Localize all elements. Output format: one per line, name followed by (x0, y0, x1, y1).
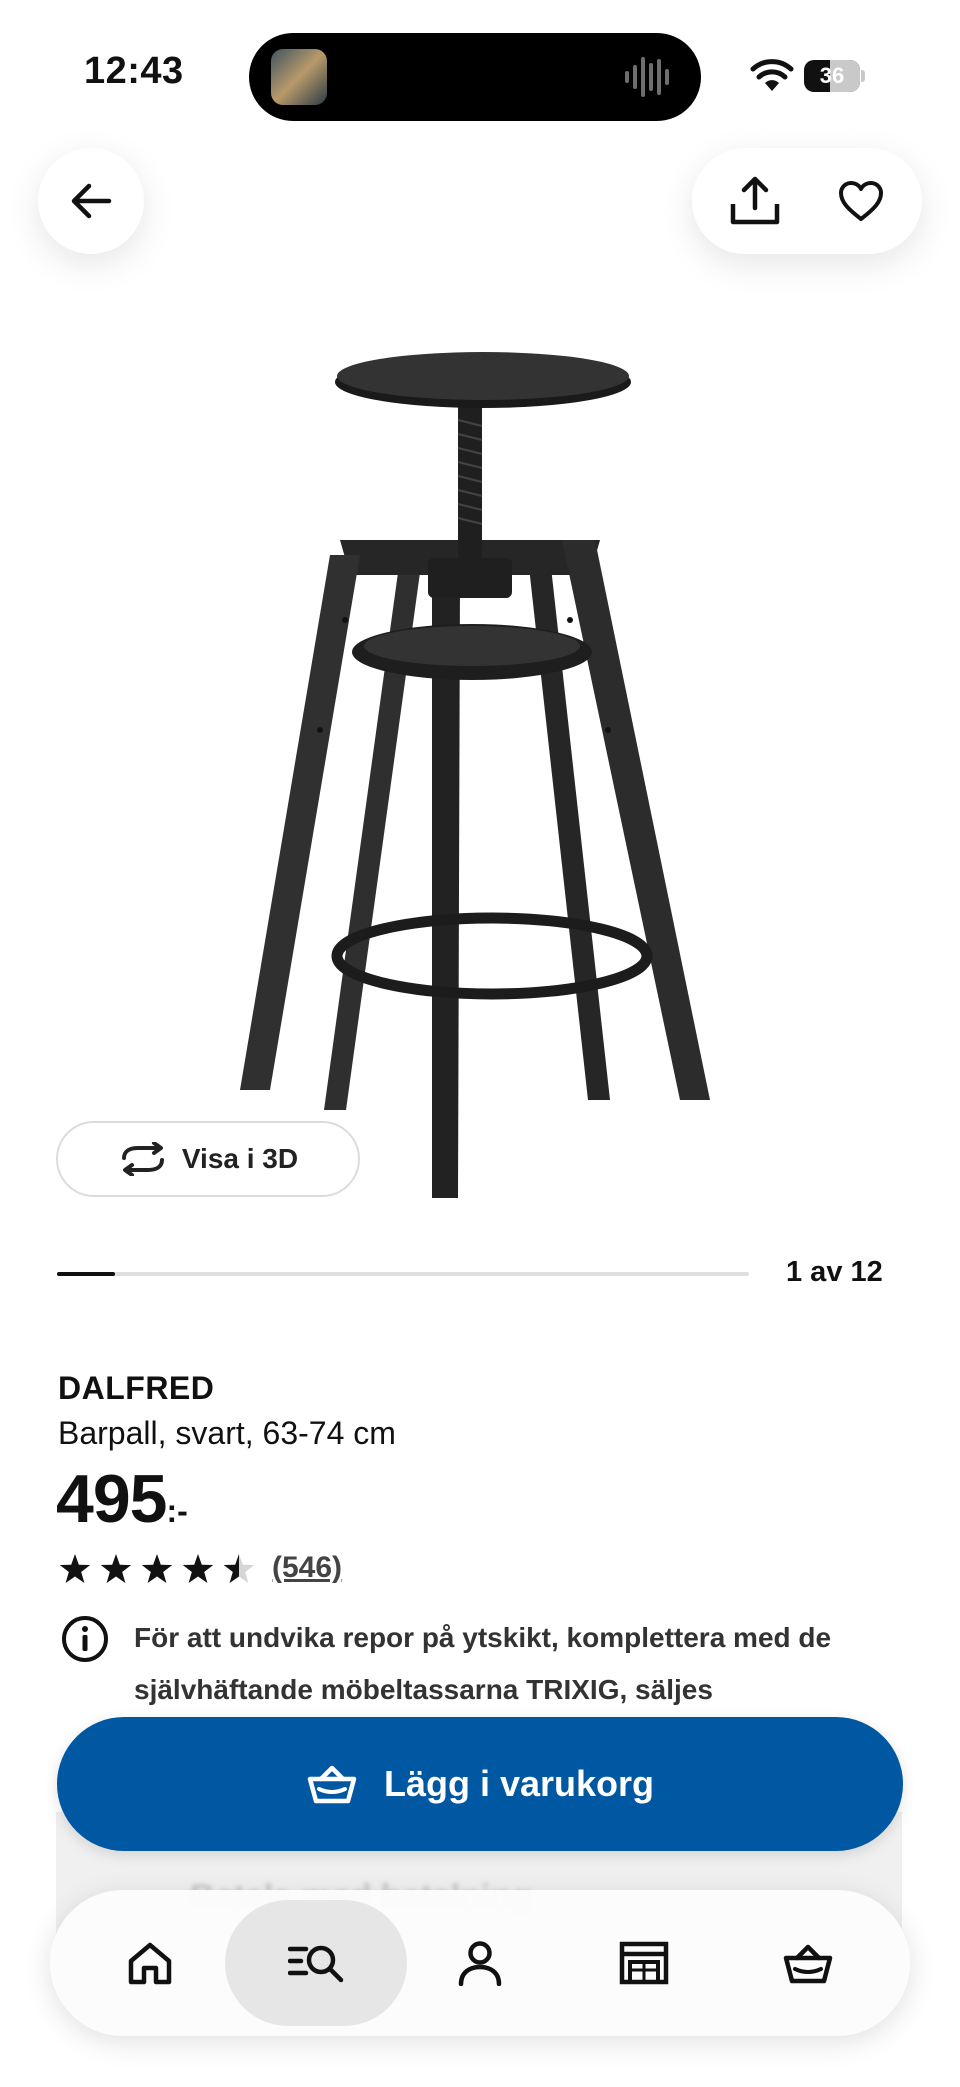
back-button[interactable] (38, 148, 144, 254)
home-icon (128, 1942, 172, 1985)
product-name: DALFRED (58, 1370, 215, 1406)
price-suffix: :- (166, 1493, 188, 1529)
basket-icon (307, 1765, 357, 1804)
arrow-left-icon (71, 183, 112, 219)
rating-star (223, 1554, 254, 1583)
audio-waveform-icon (625, 57, 669, 97)
rating-star (100, 1554, 132, 1583)
battery-indicator: 36 (804, 60, 865, 92)
product-image[interactable] (210, 330, 750, 1210)
view-3d-label: Visa i 3D (181, 1143, 299, 1174)
rating-star (141, 1554, 173, 1583)
gallery-counter: 1 av 12 (786, 1256, 883, 1288)
price-value: 495 (56, 1461, 167, 1537)
now-playing-artwork (271, 49, 327, 105)
search-icon (288, 1945, 344, 1983)
wifi-icon (750, 59, 794, 91)
tab-search[interactable] (241, 1890, 391, 2036)
top-actions-group (692, 148, 922, 254)
gallery-progress-bar (57, 1272, 749, 1276)
add-to-cart-label: Lägg i varukorg (383, 1763, 655, 1804)
rating-star (59, 1554, 91, 1583)
product-price: 495 :- (56, 1460, 188, 1538)
bottom-tab-bar (50, 1890, 910, 2036)
favorite-button[interactable] (816, 148, 906, 254)
store-icon (619, 1941, 669, 1985)
tab-profile[interactable] (405, 1890, 555, 2036)
share-button[interactable] (710, 148, 800, 254)
review-count-link[interactable]: (546) (272, 1551, 342, 1585)
info-note: För att undvika repor på ytskikt, komple… (134, 1622, 832, 1705)
profile-icon (458, 1941, 502, 1986)
tab-home[interactable] (75, 1890, 225, 2036)
tab-store[interactable] (569, 1890, 719, 2036)
info-icon (62, 1616, 108, 1662)
battery-percent: 36 (819, 63, 845, 88)
product-description: Barpall, svart, 63-74 cm (58, 1415, 396, 1451)
rating-star (182, 1554, 214, 1583)
add-to-cart-button[interactable]: Lägg i varukorg (57, 1717, 903, 1851)
heart-icon (839, 181, 883, 221)
rotate-3d-icon (121, 1142, 164, 1176)
status-time: 12:43 (84, 50, 184, 92)
basket-icon (783, 1944, 833, 1984)
view-3d-button[interactable]: Visa i 3D (56, 1121, 360, 1197)
dynamic-island[interactable] (249, 33, 701, 121)
rating-stars[interactable] (58, 1552, 254, 1586)
tab-basket[interactable] (733, 1890, 883, 2036)
gallery-progress-fill (57, 1272, 115, 1276)
share-icon (730, 176, 780, 225)
